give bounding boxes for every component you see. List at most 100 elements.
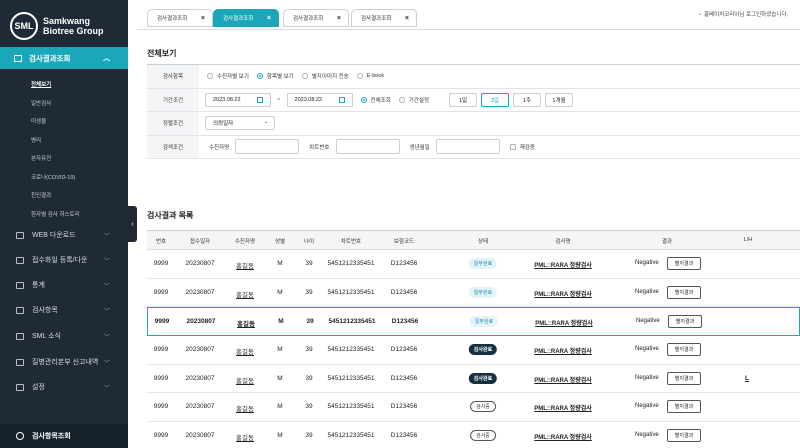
period-button[interactable]: 1개월 bbox=[545, 92, 574, 107]
tab-bar: 검사결과조회 × 검사결과조회 × 검사결과조회 × 검사결과조회 × • 홍베이치코리아님 로… bbox=[137, 0, 800, 30]
submenu-item[interactable]: 병리 bbox=[31, 136, 80, 155]
submenu-item[interactable]: 일반검사 bbox=[31, 99, 80, 118]
calendar-icon[interactable] bbox=[338, 96, 345, 103]
column-header[interactable]: 접수일자 bbox=[190, 237, 210, 245]
submenu-item[interactable]: 분자유전 bbox=[31, 154, 80, 173]
period-option-radio[interactable]: 기간설정 bbox=[398, 96, 429, 104]
submenu-item[interactable]: 미생물 bbox=[31, 117, 80, 136]
close-icon[interactable]: × bbox=[201, 15, 205, 22]
view-option-radio[interactable]: 별지이미지 전송 bbox=[301, 72, 349, 80]
status-badge: 일부완료 bbox=[468, 258, 498, 269]
recheck-checkbox[interactable]: 재검증 bbox=[509, 143, 535, 151]
period-button[interactable]: 1주 bbox=[513, 92, 542, 107]
table-row[interactable]: 9999 20230807 홍길동 M 39 5451212335451 D123456 일부… bbox=[147, 307, 800, 336]
test-name-link[interactable]: PML::RARA 정량검사 bbox=[534, 289, 592, 298]
sidebar-item[interactable]: 검사항목 ﹀ bbox=[0, 298, 128, 322]
detail-result-button[interactable]: 별지결과 bbox=[667, 400, 701, 413]
period-option-radio[interactable]: 전체조회 bbox=[360, 96, 391, 104]
date-from-input[interactable]: 2023.08.22 bbox=[205, 92, 271, 107]
logo[interactable]: SML Samkwang Biotree Group bbox=[10, 12, 122, 40]
checkbox-icon bbox=[509, 143, 516, 150]
cell-chart: 5451212335451 bbox=[327, 260, 375, 267]
table-row[interactable]: 9999 20230807 홍길동 M 39 5451212335451 D123456 검사… bbox=[147, 393, 800, 422]
close-icon[interactable]: × bbox=[405, 15, 409, 22]
view-option-radio[interactable]: E-book bbox=[356, 72, 384, 80]
cell-no: 9999 bbox=[153, 403, 169, 410]
detail-result-button[interactable]: 별지결과 bbox=[667, 257, 701, 270]
column-header[interactable]: 수진자명 bbox=[235, 237, 255, 245]
submenu-item[interactable]: 전체보기 bbox=[31, 80, 80, 99]
close-icon[interactable]: × bbox=[267, 15, 271, 22]
detail-result-button[interactable]: 별지결과 bbox=[667, 371, 701, 385]
submenu-item[interactable]: 친인결과 bbox=[31, 191, 80, 210]
tab-results[interactable]: 검사결과조회 × bbox=[147, 9, 213, 27]
column-header[interactable]: 차트번호 bbox=[341, 237, 361, 245]
search-field-input[interactable] bbox=[235, 139, 300, 155]
sidebar-item[interactable]: WEB 다운로드 ﹀ bbox=[0, 223, 128, 247]
sidebar-item[interactable]: 통계 ﹀ bbox=[0, 273, 128, 297]
chevron-down-icon: ﹀ bbox=[103, 308, 110, 315]
cell-name[interactable]: 홍길동 bbox=[237, 318, 255, 328]
table-row[interactable]: 9999 20230807 홍길동 M 39 5451212335451 D123456 검사… bbox=[147, 422, 800, 448]
cell-name[interactable]: 홍길동 bbox=[236, 260, 254, 270]
news-icon bbox=[16, 332, 24, 340]
column-header[interactable]: 결과 bbox=[662, 237, 672, 245]
cell-name[interactable]: 홍길동 bbox=[236, 403, 254, 413]
sort-select-value: 의뢰일자 bbox=[213, 121, 234, 128]
search-field-input[interactable] bbox=[335, 139, 400, 155]
column-header[interactable]: L/H bbox=[744, 237, 753, 243]
tab-results[interactable]: 검사결과조회 × bbox=[283, 9, 349, 27]
test-name-link[interactable]: PML::RARA 정량검사 bbox=[534, 346, 592, 355]
column-header[interactable]: 번호 bbox=[156, 237, 166, 245]
radio-label: 항목별 보기 bbox=[266, 74, 294, 81]
table-row[interactable]: 9999 20230807 홍길동 M 39 5451212335451 D123456 일부… bbox=[147, 250, 800, 279]
column-header[interactable]: 검사명 bbox=[555, 237, 570, 245]
cell-name[interactable]: 홍길동 bbox=[236, 375, 254, 385]
detail-result-button[interactable]: 별지결과 bbox=[667, 285, 701, 299]
tab-label: 검사결과조회 bbox=[223, 16, 254, 22]
cell-no: 9999 bbox=[153, 346, 169, 353]
submenu-item[interactable]: 코로나(COVID-19) bbox=[31, 173, 80, 192]
period-button[interactable]: 1일 bbox=[449, 92, 478, 107]
close-icon[interactable]: × bbox=[337, 15, 341, 22]
tab-results[interactable]: 검사결과조회 × bbox=[351, 9, 417, 27]
tab-results[interactable]: 검사결과조회 × bbox=[213, 9, 279, 27]
table-row[interactable]: 9999 20230807 홍길동 M 39 5451212335451 D123456 검사… bbox=[147, 365, 800, 393]
column-header[interactable]: 보험코드 bbox=[394, 237, 414, 245]
test-name-link[interactable]: PML::RARA 정량검사 bbox=[534, 432, 592, 441]
cell-name[interactable]: 홍길동 bbox=[236, 289, 254, 299]
column-header[interactable]: 성별 bbox=[275, 237, 285, 245]
view-option-radio[interactable]: 수진자별 보기 bbox=[207, 72, 249, 80]
column-header[interactable]: 나이 bbox=[304, 237, 314, 245]
table-row[interactable]: 9999 20230807 홍길동 M 39 5451212335451 D123456 검사… bbox=[147, 336, 800, 365]
cell-age: 39 bbox=[305, 374, 313, 382]
detail-result-button[interactable]: 별지결과 bbox=[667, 428, 701, 442]
table-row[interactable]: 9999 20230807 홍길동 M 39 5451212335451 D123456 일부… bbox=[147, 279, 800, 307]
sidebar-item[interactable]: 접수화일 등록/다운 ﹀ bbox=[0, 248, 128, 272]
cell-name[interactable]: 홍길동 bbox=[236, 346, 254, 356]
view-option-radio[interactable]: 항목별 보기 bbox=[256, 72, 294, 81]
sidebar-item-test-lookup[interactable]: 검사항목조회 bbox=[0, 424, 128, 448]
sort-select[interactable]: 의뢰일자 ⌄ bbox=[205, 116, 275, 131]
sidebar-item[interactable]: 질병관리본부 신고내역 ﹀ bbox=[0, 350, 128, 374]
sidebar-item-label: SML 소식 bbox=[32, 333, 61, 340]
result-value: Negative bbox=[635, 346, 659, 352]
detail-result-button[interactable]: 별지결과 bbox=[667, 343, 701, 356]
detail-result-button[interactable]: 별지결과 bbox=[668, 315, 702, 328]
sidebar-item[interactable]: 설정 ﹀ bbox=[0, 375, 128, 399]
test-name-link[interactable]: PML::RARA 정량검사 bbox=[534, 260, 592, 269]
calendar-icon[interactable] bbox=[257, 96, 263, 103]
sidebar-item[interactable]: SML 소식 ﹀ bbox=[0, 324, 128, 348]
sidebar-collapse-button[interactable]: ‹ bbox=[128, 206, 137, 242]
column-header[interactable]: 상태 bbox=[478, 237, 488, 245]
date-to-input[interactable]: 2023.08.22 bbox=[286, 92, 353, 107]
test-name-link[interactable]: PML::RARA 정량검사 bbox=[535, 318, 593, 327]
cell-name[interactable]: 홍길동 bbox=[236, 432, 254, 442]
cell-age: 39 bbox=[305, 288, 313, 296]
sidebar-item-results[interactable]: 검사결과조회 ︿ bbox=[0, 47, 128, 69]
test-name-link[interactable]: PML::RARA 정량검사 bbox=[534, 403, 592, 412]
cell-chart: 5451212335451 bbox=[327, 288, 375, 296]
search-field-input[interactable] bbox=[435, 139, 500, 155]
period-button[interactable]: 3일 bbox=[481, 92, 510, 107]
test-name-link[interactable]: PML::RARA 정량검사 bbox=[534, 375, 592, 384]
